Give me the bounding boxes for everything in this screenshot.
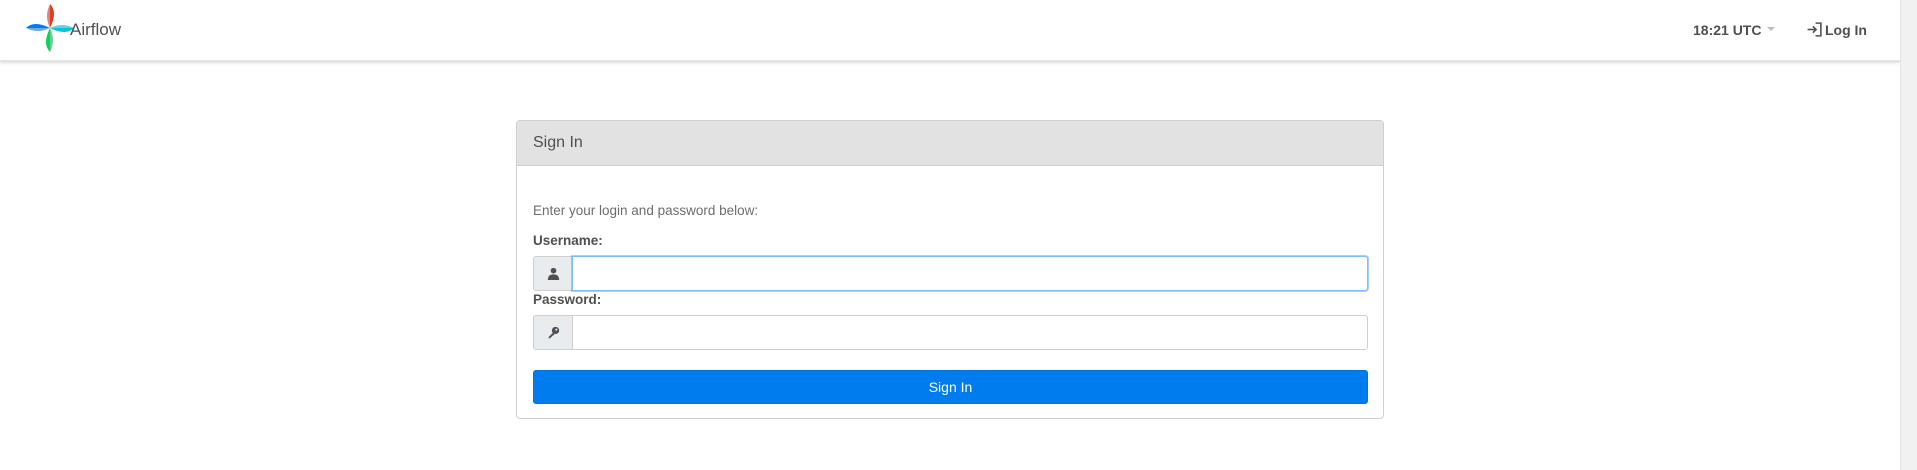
signin-card-header: Sign In bbox=[517, 121, 1383, 166]
username-input[interactable] bbox=[572, 256, 1368, 291]
clock-dropdown[interactable]: 18:21 UTC bbox=[1693, 22, 1776, 38]
login-link[interactable]: Log In bbox=[1806, 21, 1867, 38]
airflow-logo-icon bbox=[26, 4, 74, 52]
chevron-down-icon bbox=[1767, 27, 1776, 32]
sign-in-icon bbox=[1807, 22, 1822, 37]
signin-instructions: Enter your login and password below: bbox=[533, 203, 759, 218]
top-navbar: Airflow 18:21 UTC Log In bbox=[0, 0, 1900, 61]
vertical-scrollbar[interactable] bbox=[1900, 0, 1917, 470]
username-addon bbox=[533, 256, 572, 291]
signin-card: Sign In Enter your login and password be… bbox=[516, 120, 1384, 419]
username-input-group bbox=[533, 256, 1368, 291]
password-addon bbox=[533, 315, 572, 350]
password-input[interactable] bbox=[572, 315, 1368, 350]
password-input-group bbox=[533, 315, 1368, 350]
username-label: Username: bbox=[533, 233, 603, 248]
key-icon bbox=[548, 326, 559, 339]
clock-time: 18:21 UTC bbox=[1693, 22, 1762, 38]
login-page: Airflow 18:21 UTC Log In Sign In Enter y… bbox=[0, 0, 1900, 470]
login-label: Log In bbox=[1825, 21, 1867, 38]
signin-title: Sign In bbox=[533, 134, 583, 151]
user-icon bbox=[547, 267, 559, 280]
password-label: Password: bbox=[533, 292, 602, 307]
brand-link[interactable]: Airflow bbox=[24, 2, 121, 54]
brand-name: Airflow bbox=[70, 20, 122, 39]
signin-submit-button[interactable]: Sign In bbox=[533, 370, 1368, 404]
